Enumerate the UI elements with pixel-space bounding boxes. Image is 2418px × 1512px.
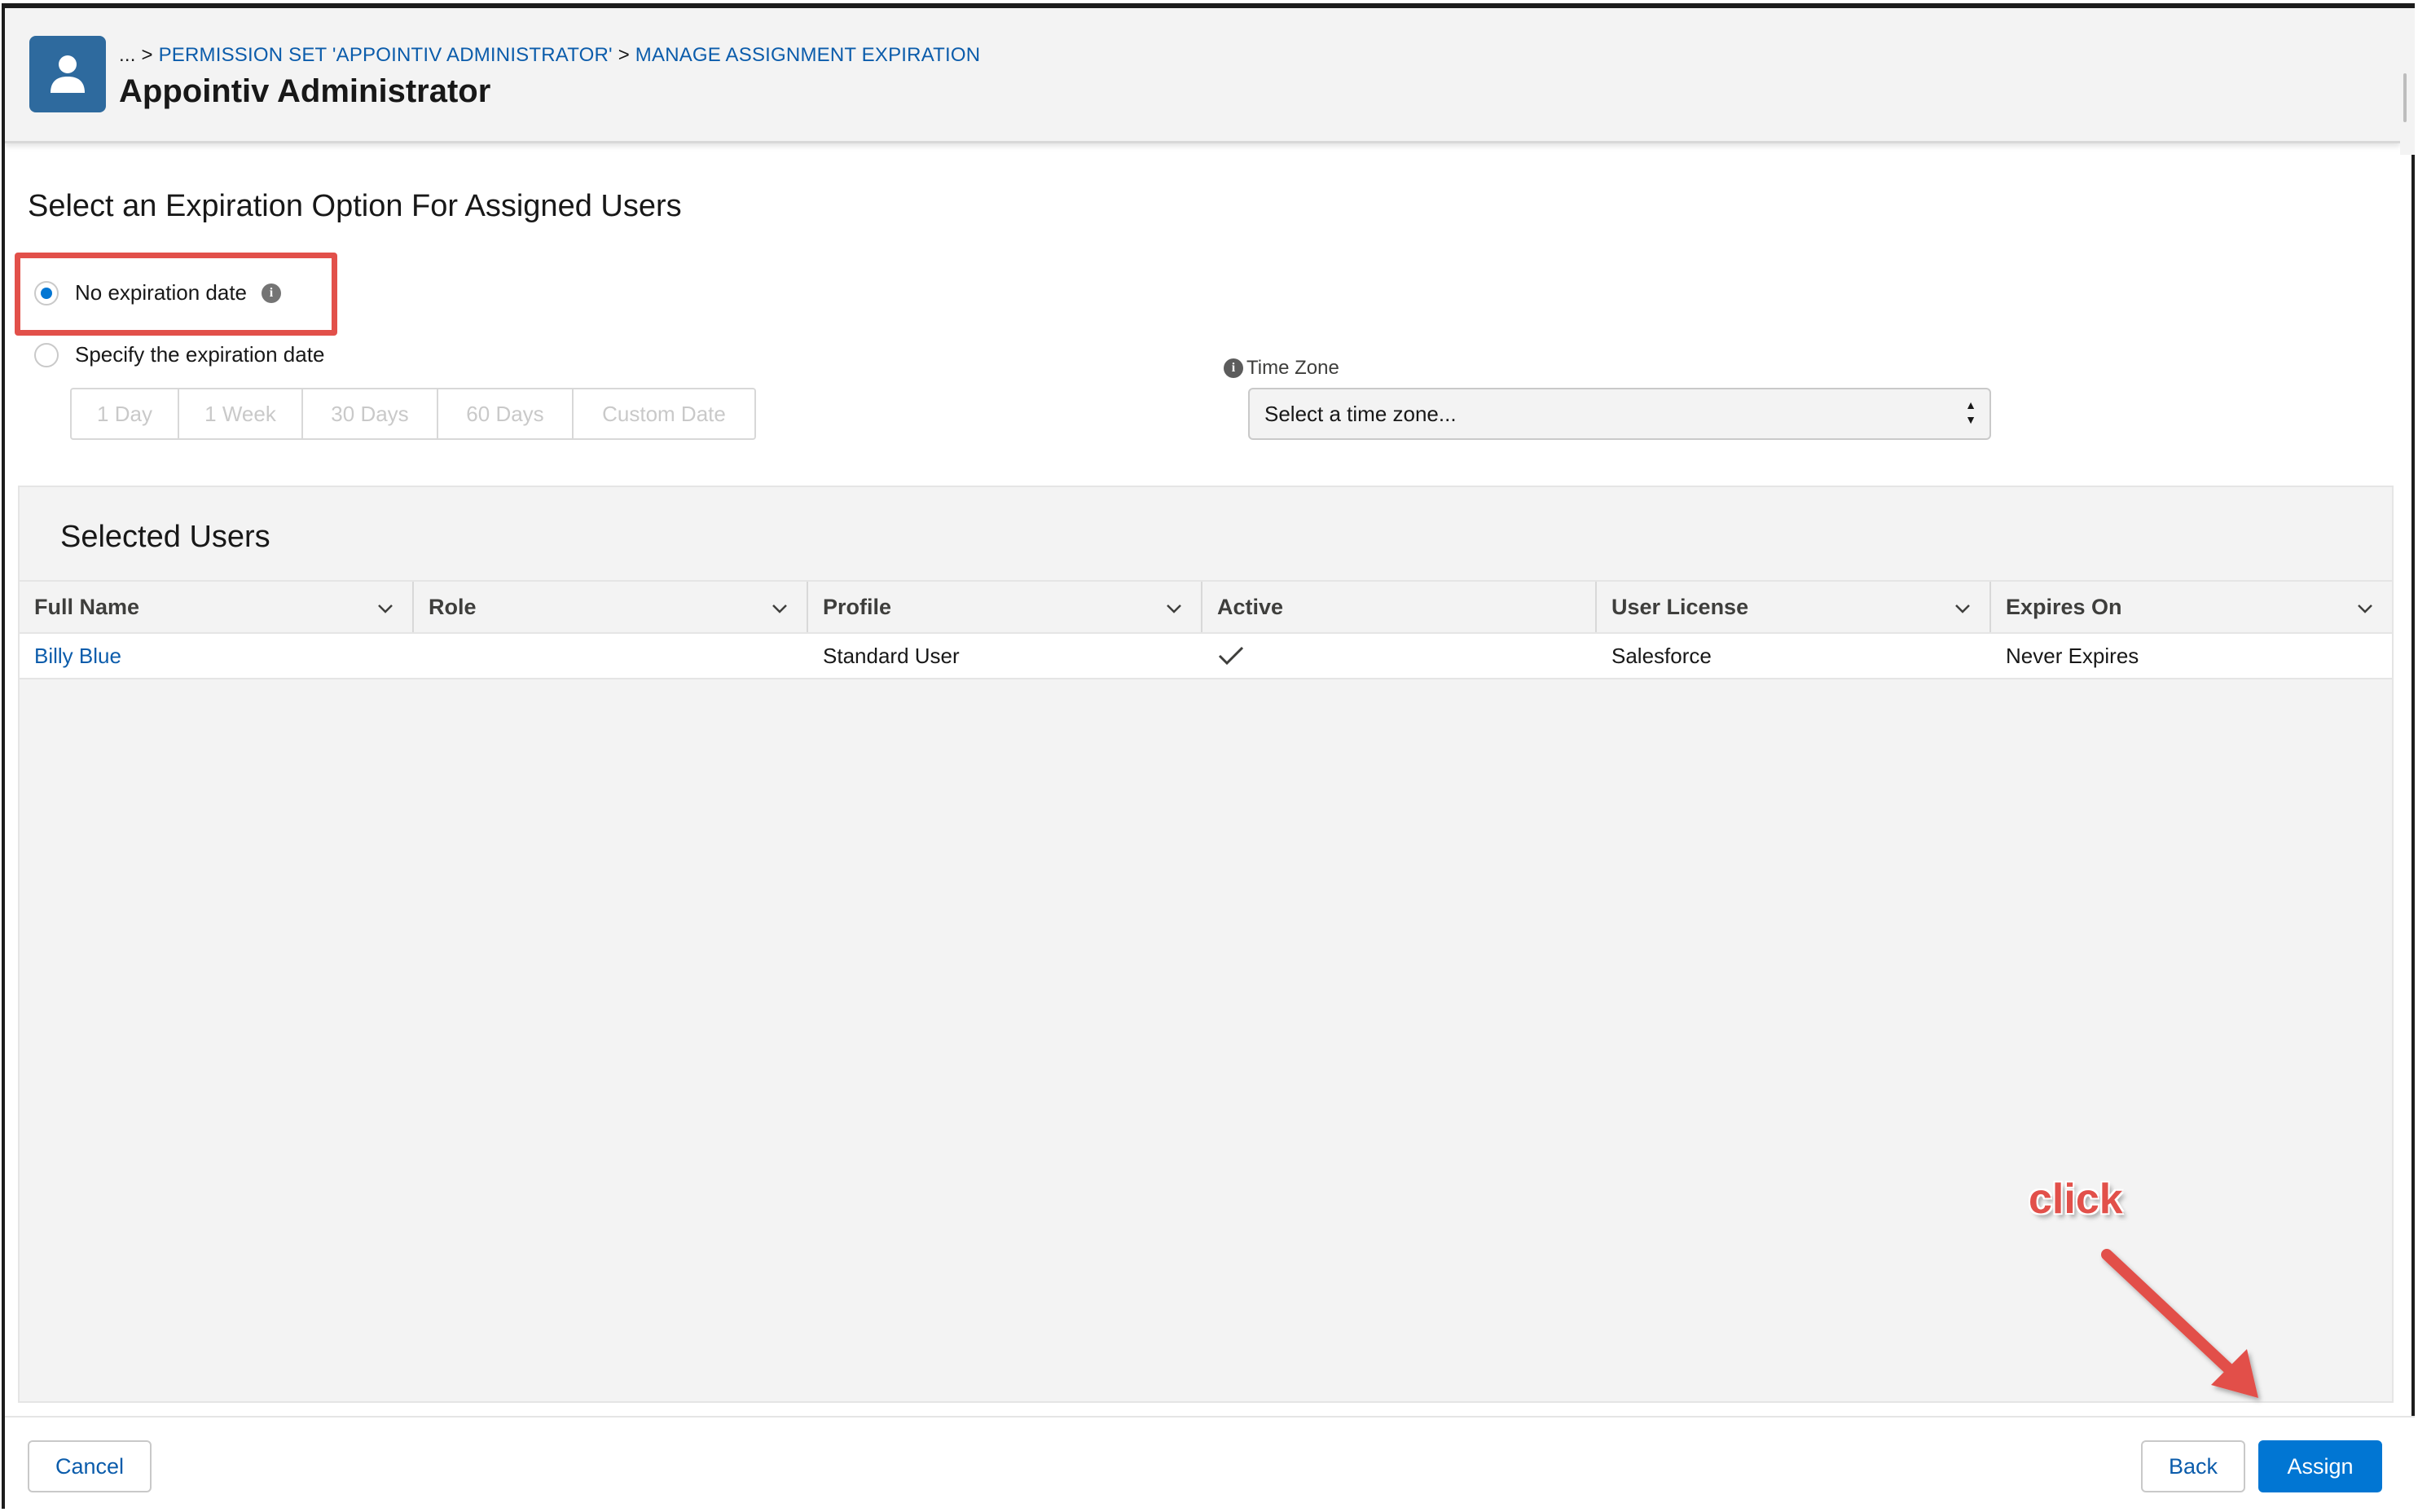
- table-header: Full Name Role Profile Active User Licen…: [20, 580, 2392, 634]
- expiration-heading: Select an Expiration Option For Assigned…: [28, 189, 682, 223]
- breadcrumb-manage-expiration-link[interactable]: MANAGE ASSIGNMENT EXPIRATION: [635, 44, 980, 66]
- no-expiration-label: No expiration date: [75, 280, 248, 305]
- selected-users-table: Full Name Role Profile Active User Licen…: [20, 580, 2392, 679]
- back-button[interactable]: Back: [2141, 1440, 2245, 1492]
- app-frame: ... > PERMISSION SET 'APPOINTIV ADMINIST…: [2, 3, 2415, 1510]
- cell-role: [414, 634, 808, 678]
- column-header-active[interactable]: Active: [1202, 582, 1597, 632]
- duration-button-group: 1 Day 1 Week 30 Days 60 Days Custom Date: [70, 388, 756, 440]
- timezone-select-value: Select a time zone...: [1264, 401, 1457, 426]
- cell-full-name-link[interactable]: Billy Blue: [20, 634, 414, 678]
- cell-profile: Standard User: [823, 643, 960, 668]
- check-icon: [1218, 646, 1244, 666]
- cancel-button[interactable]: Cancel: [28, 1440, 152, 1492]
- selected-users-panel: Selected Users Full Name Role Profile Ac…: [18, 486, 2394, 1403]
- footer-bar: Cancel Back Assign: [5, 1416, 2415, 1510]
- breadcrumb-permission-set-link[interactable]: PERMISSION SET 'APPOINTIV ADMINISTRATOR': [159, 44, 613, 66]
- no-expiration-radio[interactable]: [34, 280, 59, 305]
- column-header-role[interactable]: Role: [414, 582, 808, 632]
- click-annotation-text: click: [2029, 1176, 2123, 1223]
- column-header-full-name[interactable]: Full Name: [20, 582, 414, 632]
- column-label: User License: [1611, 594, 1749, 619]
- duration-button-1-week[interactable]: 1 Week: [179, 389, 303, 438]
- cell-active: [1202, 634, 1597, 678]
- column-header-profile[interactable]: Profile: [808, 582, 1202, 632]
- breadcrumb: ... > PERMISSION SET 'APPOINTIV ADMINIST…: [119, 44, 980, 67]
- column-label: Profile: [823, 594, 892, 619]
- select-arrows-icon: ▲ ▼: [1965, 398, 1976, 426]
- timezone-label: i Time Zone: [1224, 357, 1339, 380]
- duration-button-60-days[interactable]: 60 Days: [438, 389, 574, 438]
- column-label: Full Name: [34, 594, 140, 619]
- cell-user-license: Salesforce: [1611, 643, 1712, 668]
- page-title: Appointiv Administrator: [119, 73, 491, 109]
- selected-users-title: Selected Users: [60, 520, 270, 554]
- table-body: Billy Blue Standard User Salesforce Neve…: [20, 634, 2392, 679]
- timezone-label-text: Time Zone: [1246, 357, 1339, 379]
- specify-expiration-radio[interactable]: [34, 342, 59, 367]
- user-icon: [29, 36, 106, 112]
- chevron-down-icon[interactable]: [376, 600, 394, 618]
- duration-button-30-days[interactable]: 30 Days: [303, 389, 438, 438]
- specify-expiration-option[interactable]: Specify the expiration date: [34, 342, 324, 367]
- column-label: Active: [1217, 594, 1284, 619]
- click-arrow-icon: [2101, 1249, 2258, 1398]
- column-header-user-license[interactable]: User License: [1597, 582, 1991, 632]
- chevron-down-icon[interactable]: [2356, 600, 2374, 618]
- chevron-down-icon[interactable]: [771, 600, 789, 618]
- column-label: Role: [429, 594, 477, 619]
- specify-expiration-label: Specify the expiration date: [75, 342, 325, 367]
- header-scrollbar[interactable]: [2400, 8, 2415, 155]
- breadcrumb-separator: >: [618, 44, 630, 66]
- timezone-select[interactable]: Select a time zone... ▲ ▼: [1248, 388, 1991, 440]
- duration-button-1-day[interactable]: 1 Day: [72, 389, 179, 438]
- table-row: Billy Blue Standard User Salesforce Neve…: [20, 634, 2392, 679]
- cell-expires-on: Never Expires: [2006, 643, 2139, 668]
- chevron-down-icon[interactable]: [1165, 600, 1183, 618]
- info-icon[interactable]: i: [262, 283, 282, 303]
- page-header: ... > PERMISSION SET 'APPOINTIV ADMINIST…: [5, 8, 2400, 143]
- breadcrumb-prefix: ... >: [119, 44, 153, 66]
- no-expiration-option[interactable]: No expiration date i: [34, 280, 282, 305]
- timezone-info-icon[interactable]: i: [1224, 358, 1243, 378]
- column-header-expires-on[interactable]: Expires On: [1991, 582, 2392, 632]
- user-silhouette-icon: [51, 55, 85, 93]
- duration-button-custom-date[interactable]: Custom Date: [574, 389, 754, 438]
- chevron-down-icon[interactable]: [1954, 600, 1972, 618]
- column-label: Expires On: [2006, 594, 2122, 619]
- assign-button[interactable]: Assign: [2258, 1440, 2382, 1492]
